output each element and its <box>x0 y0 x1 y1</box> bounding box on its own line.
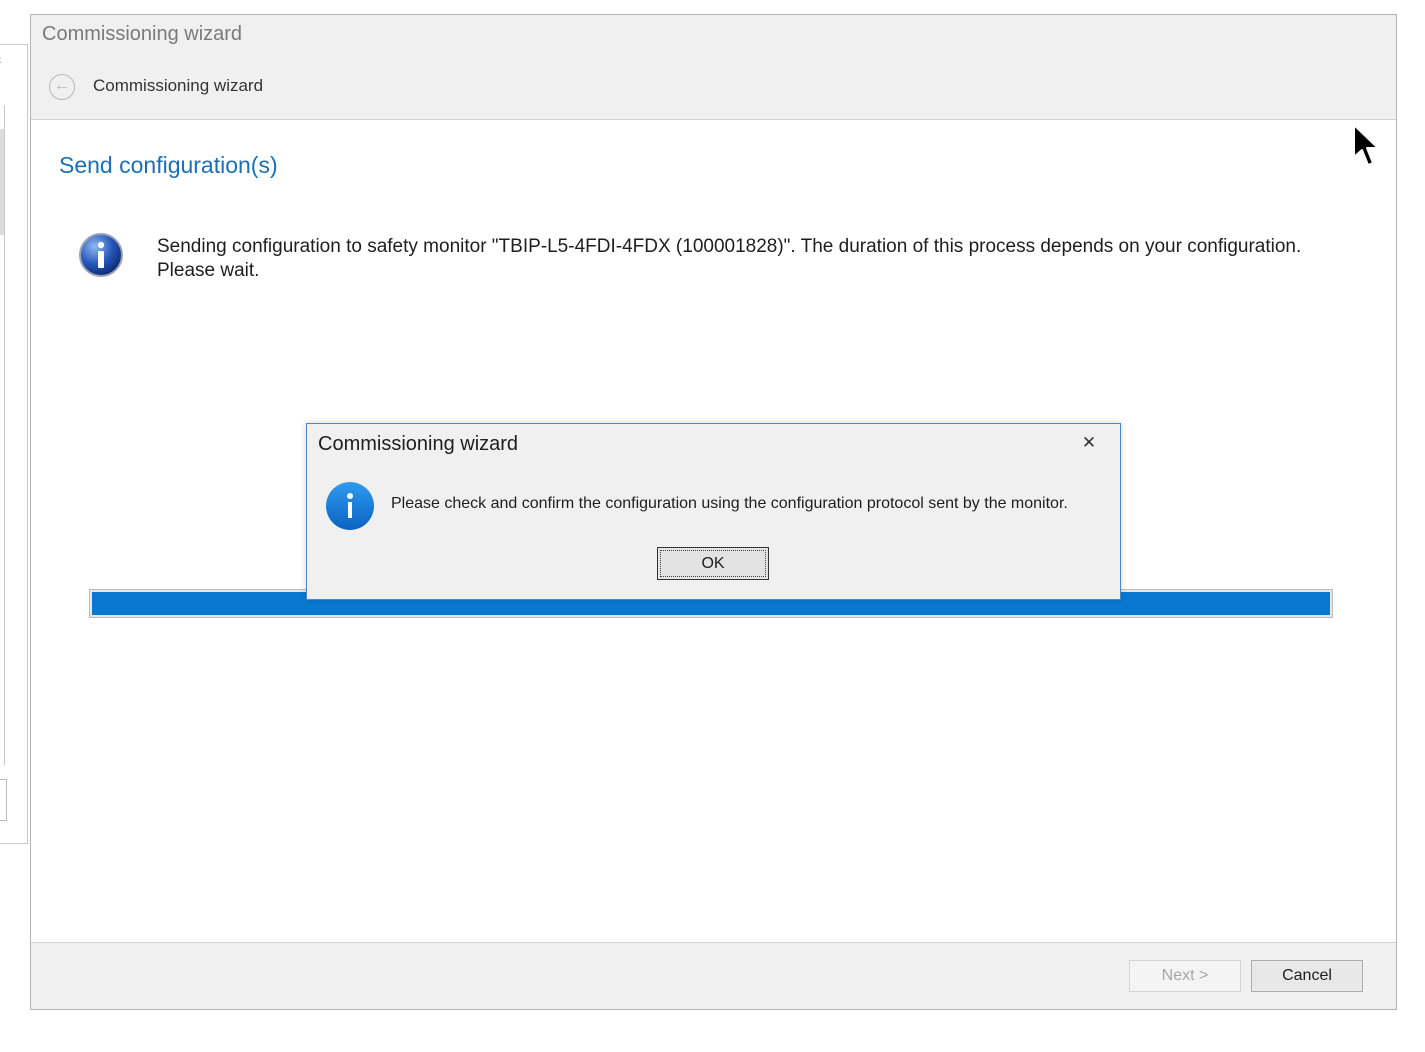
close-icon: ‹ <box>0 51 2 67</box>
ok-button[interactable]: OK <box>657 547 769 580</box>
dialog-message: Please check and confirm the configurati… <box>391 495 1068 512</box>
page-title: Send configuration(s) <box>59 152 278 178</box>
background-window-fragment: ‹ <box>0 44 28 844</box>
cancel-button[interactable]: Cancel <box>1251 960 1363 992</box>
close-icon[interactable]: ✕ <box>1077 431 1101 455</box>
scrollbar[interactable] <box>0 105 5 765</box>
window-title: Commissioning wizard <box>42 23 243 45</box>
ok-button-label: OK <box>660 550 766 577</box>
dialog-title: Commissioning wizard <box>318 433 519 455</box>
back-arrow-icon[interactable]: ← <box>49 74 75 100</box>
info-icon <box>79 233 123 277</box>
status-message: Sending configuration to safety monitor … <box>157 236 1302 281</box>
wizard-subtitle: Commissioning wizard <box>93 76 264 95</box>
scrollbar-thumb[interactable] <box>0 129 4 235</box>
wizard-header: Commissioning wizard ← Commissioning wiz… <box>31 15 1396 120</box>
background-control <box>0 779 7 821</box>
next-button[interactable]: Next > <box>1129 960 1241 992</box>
mouse-cursor-icon <box>1353 124 1379 166</box>
wizard-footer: Next > Cancel <box>31 942 1396 1009</box>
info-icon <box>326 482 374 530</box>
confirmation-dialog: Commissioning wizard ✕ Please check and … <box>306 423 1121 600</box>
